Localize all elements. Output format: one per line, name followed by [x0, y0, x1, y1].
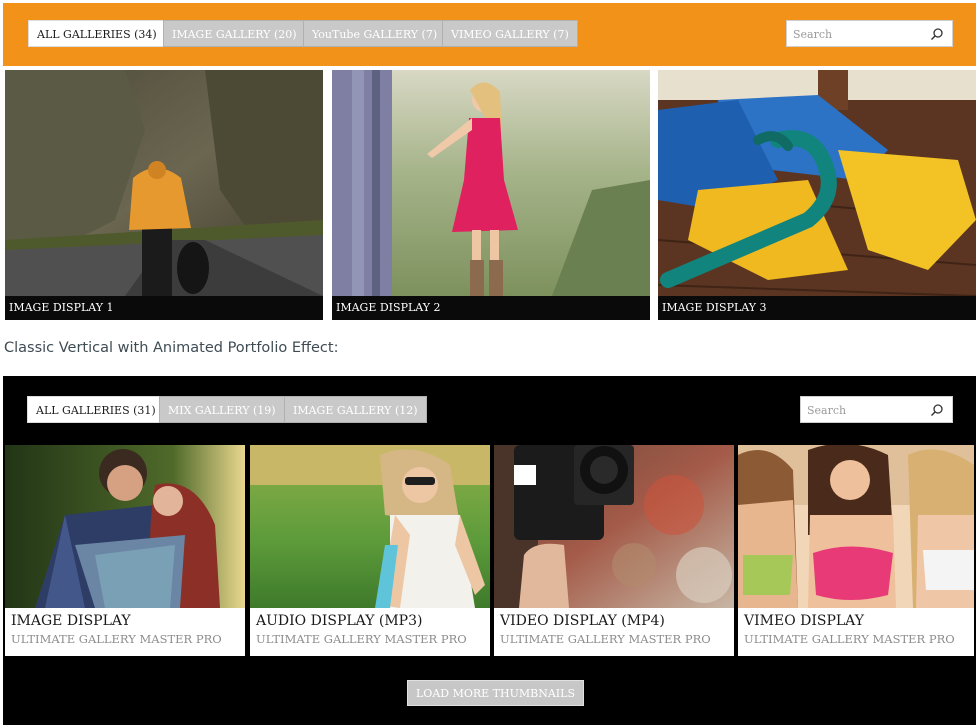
top-search-input[interactable]: [793, 25, 923, 43]
filter-image-gallery[interactable]: IMAGE GALLERY (20): [163, 20, 306, 47]
tile-caption: IMAGE DISPLAY 1: [5, 296, 323, 320]
top-filter-bar: ALL GALLERIES (34) IMAGE GALLERY (20) Yo…: [3, 3, 976, 66]
card-image-couple: [5, 445, 245, 608]
filter-all-galleries[interactable]: ALL GALLERIES (31): [27, 396, 165, 423]
filter-youtube-gallery[interactable]: YouTube GALLERY (7): [303, 20, 447, 47]
card-image-sunglasses: [250, 445, 490, 608]
gallery-image-hiker: [5, 70, 323, 296]
card-info: VIDEO DISPLAY (MP4) ULTIMATE GALLERY MAS…: [494, 608, 734, 656]
search-icon[interactable]: [930, 27, 944, 41]
gallery-image-snorkel: [658, 70, 976, 296]
load-more-button[interactable]: LOAD MORE THUMBNAILS: [407, 680, 584, 706]
search-icon[interactable]: [930, 403, 944, 417]
tile-caption: IMAGE DISPLAY 3: [658, 296, 976, 320]
card-info: IMAGE DISPLAY ULTIMATE GALLERY MASTER PR…: [5, 608, 245, 656]
card-title: VIDEO DISPLAY (MP4): [500, 613, 665, 629]
tile-caption: IMAGE DISPLAY 2: [332, 296, 650, 320]
gallery-tile-2[interactable]: IMAGE DISPLAY 2: [332, 70, 650, 320]
portfolio-card-vimeo[interactable]: VIMEO DISPLAY ULTIMATE GALLERY MASTER PR…: [738, 445, 974, 656]
card-info: AUDIO DISPLAY (MP3) ULTIMATE GALLERY MAS…: [250, 608, 490, 656]
card-subtitle: ULTIMATE GALLERY MASTER PRO: [744, 632, 955, 646]
card-subtitle: ULTIMATE GALLERY MASTER PRO: [500, 632, 711, 646]
card-image-camera: [494, 445, 734, 608]
card-title: AUDIO DISPLAY (MP3): [256, 613, 423, 629]
gallery-tile-1[interactable]: IMAGE DISPLAY 1: [5, 70, 323, 320]
portfolio-search-box: [800, 396, 953, 423]
filter-mix-gallery[interactable]: MIX GALLERY (19): [159, 396, 285, 423]
filter-image-gallery[interactable]: IMAGE GALLERY (12): [284, 396, 427, 423]
card-title: VIMEO DISPLAY: [744, 613, 864, 629]
section-heading: Classic Vertical with Animated Portfolio…: [4, 340, 339, 356]
portfolio-card-audio[interactable]: AUDIO DISPLAY (MP3) ULTIMATE GALLERY MAS…: [250, 445, 490, 656]
top-search-box: [786, 20, 953, 47]
portfolio-search-input[interactable]: [807, 401, 922, 419]
filter-all-galleries[interactable]: ALL GALLERIES (34): [28, 20, 166, 47]
card-info: VIMEO DISPLAY ULTIMATE GALLERY MASTER PR…: [738, 608, 974, 656]
gallery-tile-3[interactable]: IMAGE DISPLAY 3: [658, 70, 976, 320]
portfolio-section: ALL GALLERIES (31) MIX GALLERY (19) IMAG…: [3, 376, 976, 725]
card-image-models: [738, 445, 974, 608]
card-subtitle: ULTIMATE GALLERY MASTER PRO: [256, 632, 467, 646]
portfolio-card-video[interactable]: VIDEO DISPLAY (MP4) ULTIMATE GALLERY MAS…: [494, 445, 734, 656]
card-subtitle: ULTIMATE GALLERY MASTER PRO: [11, 632, 222, 646]
portfolio-card-image[interactable]: IMAGE DISPLAY ULTIMATE GALLERY MASTER PR…: [5, 445, 245, 656]
card-title: IMAGE DISPLAY: [11, 613, 131, 629]
gallery-image-pink-dress: [332, 70, 650, 296]
filter-vimeo-gallery[interactable]: VIMEO GALLERY (7): [442, 20, 578, 47]
